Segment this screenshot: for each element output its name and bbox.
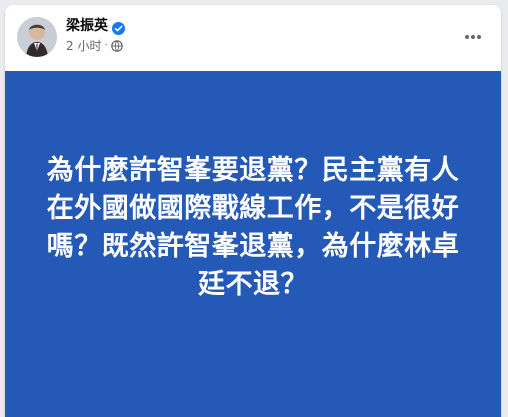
author-name[interactable]: 梁振英 <box>66 17 108 35</box>
author-avatar[interactable] <box>17 17 57 57</box>
post-timestamp[interactable]: 2 小时 <box>66 38 101 54</box>
post-meta: 2 小时 · <box>66 38 123 54</box>
post-text: 為什麼許智峯要退黨？民主黨有人在外國做國際戰線工作，不是很好嗎？￼既然許智峯退黨… <box>46 155 460 300</box>
more-options-button[interactable] <box>455 19 491 55</box>
author-line: 梁振英 <box>66 17 125 35</box>
more-horizontal-icon <box>465 35 481 39</box>
colored-background-post: 為什麼許智峯要退黨？民主黨有人在外國做國際戰線工作，不是很好嗎？￼既然許智峯退黨… <box>5 71 501 417</box>
verified-badge-icon <box>112 20 125 35</box>
facebook-post-card: 梁振英 2 小时 · 為什麼許智峯要退黨？民主黨有人在外國做國際戰線工作，不是很… <box>5 5 501 417</box>
meta-separator-dot: · <box>104 40 108 51</box>
post-header: 梁振英 2 小时 · <box>5 5 501 69</box>
globe-icon[interactable] <box>110 40 123 52</box>
